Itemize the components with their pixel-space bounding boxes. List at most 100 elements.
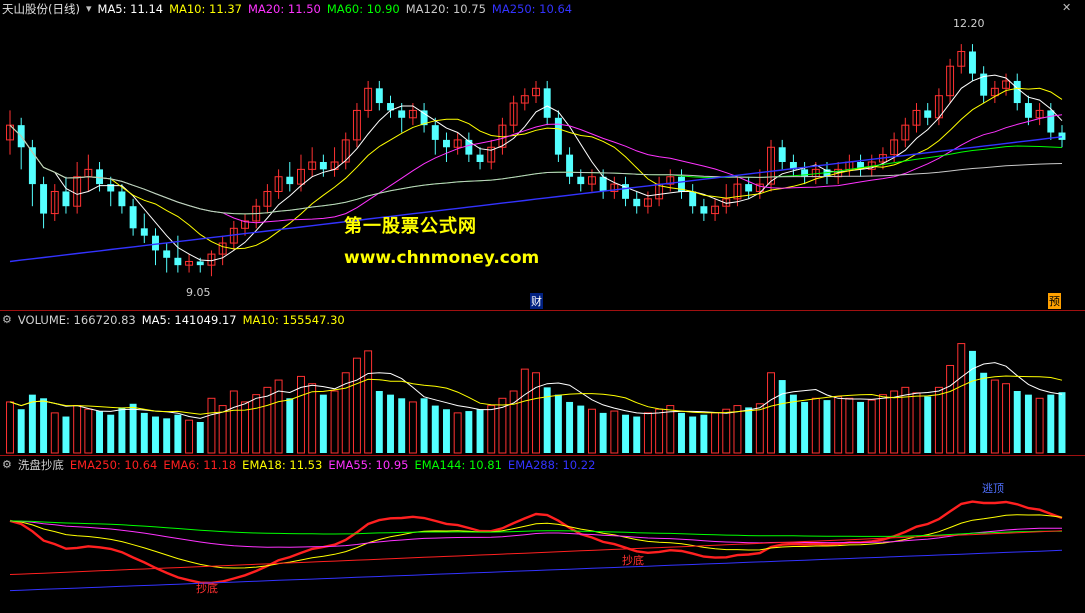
candle-body	[700, 206, 708, 214]
settings-icon[interactable]: ⚙	[2, 456, 12, 474]
candle-body	[465, 139, 473, 155]
volume-bar	[330, 390, 339, 454]
volume-bar	[678, 412, 685, 453]
volume-bar	[453, 412, 462, 454]
volume-bar	[532, 372, 540, 454]
volume-bar	[174, 414, 182, 453]
finance-marker[interactable]: 财	[530, 293, 543, 309]
candle-body	[375, 88, 383, 104]
volume-bar	[107, 414, 115, 453]
volume-bar	[845, 397, 854, 454]
candle-body	[431, 125, 439, 140]
candle-body	[319, 162, 327, 170]
volume-bar	[196, 422, 204, 453]
volume-bar	[934, 386, 943, 454]
volume-bar	[84, 408, 93, 454]
ma60-line	[9, 124, 1063, 215]
volume-bar	[1035, 397, 1044, 454]
volume-bar	[1047, 394, 1055, 453]
volume-bar	[487, 405, 496, 454]
volume-bar	[442, 409, 450, 453]
volume-bar	[118, 407, 126, 453]
settings-icon[interactable]: ⚙	[2, 311, 12, 329]
ema55-line	[9, 520, 1062, 548]
volume-bar	[990, 379, 999, 454]
volume-bar	[946, 364, 955, 454]
ema6-label: EMA6: 11.18	[163, 458, 237, 472]
indicator-panel: ⚙ 洗盘抄底 EMA250: 10.64 EMA6: 11.18 EMA18: …	[0, 456, 1085, 602]
candle-body	[633, 198, 641, 207]
candle-body	[163, 250, 171, 258]
volume-bar	[834, 395, 843, 454]
chevron-down-icon[interactable]: ▾	[86, 0, 92, 18]
volume-bar	[140, 412, 148, 453]
low-price-label: 9.05	[186, 286, 211, 299]
volume-bar	[823, 400, 831, 453]
volume-bar	[587, 408, 596, 454]
candle-body	[196, 261, 204, 266]
volume-bar	[62, 416, 70, 453]
indicator-header: ⚙ 洗盘抄底 EMA250: 10.64 EMA6: 11.18 EMA18: …	[0, 456, 595, 474]
volume-bar	[96, 411, 104, 453]
ema288-label: EMA288: 10.22	[507, 458, 596, 472]
volume-bar	[722, 408, 731, 454]
watermark-title: 第一股票公式网	[344, 216, 477, 237]
volume-bar	[1058, 392, 1066, 453]
volume-ma10-label: MA10: 155547.30	[242, 313, 345, 327]
candle-body	[129, 206, 137, 229]
ma20-label: MA20: 11.50	[247, 2, 321, 16]
close-icon[interactable]: ✕	[1062, 1, 1071, 14]
volume-bar	[229, 390, 238, 454]
price-panel: 天山股份(日线) ▾ MA5: 11.14 MA10: 11.37 MA20: …	[0, 0, 1085, 310]
volume-label: VOLUME: 166720.83	[17, 313, 136, 327]
candle-body	[118, 191, 126, 207]
volume-bar	[520, 368, 529, 454]
volume-bar	[890, 390, 899, 454]
volume-bar	[745, 407, 753, 453]
volume-bar	[968, 350, 976, 453]
volume-bar	[28, 394, 36, 453]
candle-body	[968, 51, 976, 74]
candle-body	[778, 147, 786, 162]
ma120-line	[9, 124, 1063, 215]
candle-body	[1013, 80, 1021, 104]
volume-bar	[398, 398, 406, 453]
high-price-label: 12.20	[953, 17, 985, 30]
volume-bar	[163, 418, 171, 453]
volume-bar	[185, 419, 194, 454]
volume-bar	[622, 414, 630, 453]
ema144-line	[9, 520, 1063, 537]
volume-bar	[319, 394, 327, 453]
volume-bar	[286, 398, 294, 453]
volume-bar	[17, 409, 25, 453]
candle-body	[554, 117, 562, 155]
ma60-label: MA60: 10.90	[326, 2, 400, 16]
forecast-marker[interactable]: 预	[1048, 293, 1061, 309]
volume-ma5-label: MA5: 141049.17	[141, 313, 237, 327]
volume-bar	[599, 412, 607, 453]
candle-body	[1047, 110, 1055, 133]
volume-bar	[655, 408, 664, 454]
volume-bar	[700, 414, 708, 453]
volume-bar	[476, 409, 484, 453]
candle-body	[566, 154, 574, 177]
indicator-chart	[9, 500, 1063, 592]
candle-body	[1058, 132, 1066, 140]
candle-body	[924, 110, 932, 118]
ma20-line	[9, 114, 1063, 224]
volume-bar	[465, 411, 473, 453]
volume-bar	[263, 386, 272, 454]
ema18-label: EMA18: 11.53	[242, 458, 323, 472]
volume-bar	[633, 416, 641, 453]
candle-body	[1024, 103, 1032, 118]
volume-bar	[577, 405, 585, 453]
volume-bar	[152, 416, 159, 453]
volume-bar	[207, 397, 216, 454]
candle-body	[286, 176, 294, 185]
volume-bar	[778, 380, 786, 453]
volume-panel: ⚙ VOLUME: 166720.83 MA5: 141049.17 MA10:…	[0, 311, 1085, 455]
ema55-label: EMA55: 10.95	[328, 458, 409, 472]
candle-body	[62, 191, 70, 207]
ema144-label: EMA144: 10.81	[414, 458, 502, 472]
volume-bar	[867, 399, 876, 454]
